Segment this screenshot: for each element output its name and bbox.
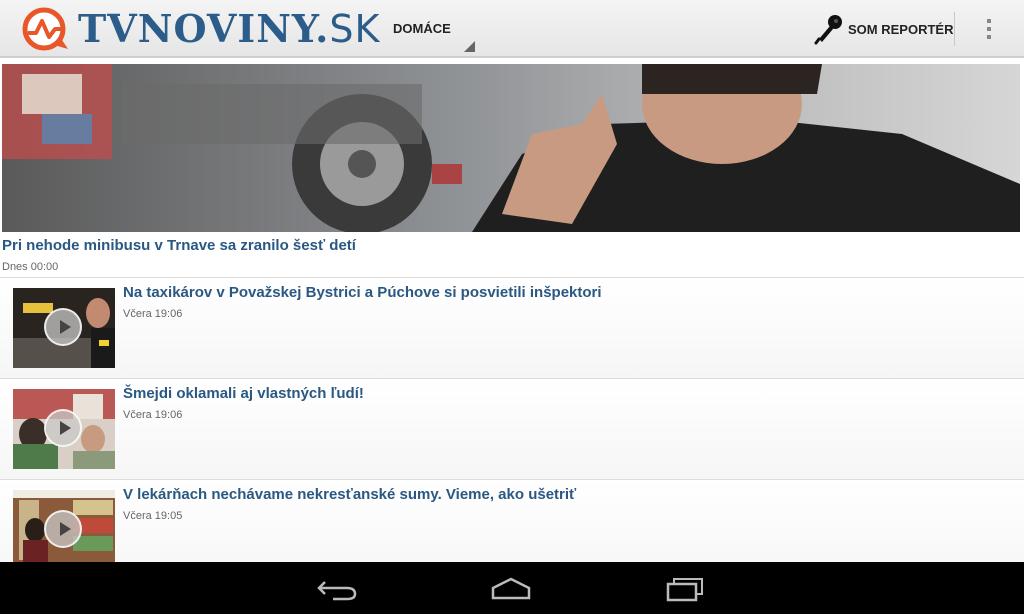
article-list: Pri nehode minibusu v Trnave sa zranilo … — [0, 58, 1024, 562]
list-item[interactable]: V lekárňach nechávame nekresťanské sumy.… — [0, 480, 1024, 562]
list-item[interactable]: Na taxikárov v Považskej Bystrici a Púch… — [0, 278, 1024, 378]
microphone-icon — [814, 15, 842, 45]
overflow-dot — [987, 35, 991, 39]
som-reporter-label: SOM REPORTÉR — [848, 21, 954, 37]
hero-date: Dnes 00:00 — [2, 261, 59, 273]
article-date: Včera 19:05 — [123, 510, 183, 522]
back-icon[interactable] — [313, 572, 363, 604]
overflow-menu-icon[interactable] — [975, 12, 1003, 46]
list-item[interactable]: Šmejdi oklamali aj vlastných ľudí! Včera… — [0, 379, 1024, 479]
play-icon — [44, 308, 82, 346]
home-icon[interactable] — [486, 572, 536, 604]
article-title: Na taxikárov v Považskej Bystrici a Púch… — [123, 284, 602, 301]
article-date: Včera 19:06 — [123, 409, 183, 421]
logo-dot: . — [315, 6, 330, 51]
action-bar: TVNOVINY.SK DOMÁCE SOM REPORTÉR — [0, 0, 1024, 58]
video-thumbnail — [13, 490, 115, 562]
som-reporter-button[interactable]: SOM REPORTÉR — [814, 8, 954, 50]
hero-image[interactable] — [2, 64, 1020, 232]
video-thumbnail — [13, 288, 115, 368]
logo-name: TVNOVINY — [78, 6, 316, 51]
logo-tld: SK — [329, 7, 381, 51]
play-icon — [44, 510, 82, 548]
hero-photo — [2, 64, 1020, 232]
system-navigation-bar — [0, 562, 1024, 614]
section-label: DOMÁCE — [393, 21, 451, 36]
app-logo[interactable]: TVNOVINY.SK — [18, 6, 380, 52]
article-date: Včera 19:06 — [123, 308, 183, 320]
hero-title[interactable]: Pri nehode minibusu v Trnave sa zranilo … — [2, 237, 356, 254]
video-thumbnail — [13, 389, 115, 469]
logo-text: TVNOVINY.SK — [78, 6, 380, 52]
section-spinner[interactable]: DOMÁCE — [393, 0, 479, 54]
recent-apps-icon[interactable] — [660, 572, 710, 604]
play-icon — [44, 409, 82, 447]
overflow-dot — [987, 27, 991, 31]
logo-mark-icon — [22, 7, 68, 51]
spinner-corner-icon — [464, 41, 475, 52]
action-divider — [954, 12, 955, 46]
article-title: V lekárňach nechávame nekresťanské sumy.… — [123, 486, 577, 503]
article-title: Šmejdi oklamali aj vlastných ľudí! — [123, 385, 364, 402]
overflow-dot — [987, 19, 991, 23]
